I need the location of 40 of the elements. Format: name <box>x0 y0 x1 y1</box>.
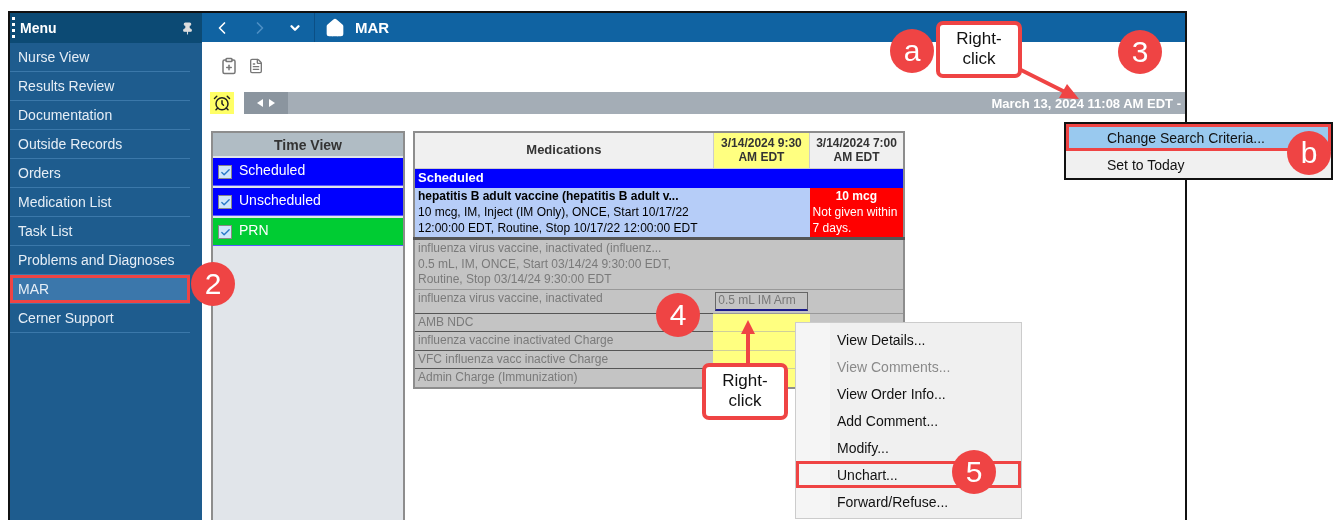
date-arrows-icon[interactable] <box>244 92 288 115</box>
time-view-label: Scheduled <box>239 162 306 178</box>
medication-order: hepatitis B adult vaccine (hepatitis B adult v... 10 mcg, IM, Inject (IM Only), ONCE, Start 10/17/22 12:00:00 EDT, Routine, Stop 10/17/22 12:00:00 EDT <box>414 187 714 239</box>
add-document-icon[interactable] <box>220 57 238 76</box>
menu-item[interactable]: Task List <box>10 217 190 246</box>
page-title: MAR <box>355 19 390 37</box>
time-column-header[interactable]: 3/14/2024 9:30 AM EDT <box>713 132 810 168</box>
menu-item[interactable]: Documentation <box>10 101 190 130</box>
checkbox[interactable] <box>218 225 232 239</box>
menu-option[interactable]: Add Comment... <box>796 407 1021 434</box>
pin-icon[interactable] <box>181 21 194 35</box>
section-header: Scheduled <box>414 168 714 188</box>
menu-option[interactable]: View Order Info... <box>796 380 1021 407</box>
time-view-item[interactable]: Scheduled <box>213 158 403 186</box>
overdue-cell: 10 mcg Not given within 7 days. <box>809 187 904 239</box>
time-view-header: Time View <box>213 133 403 156</box>
alarm-clock-icon[interactable] <box>210 92 234 115</box>
menu-item[interactable]: Medication List <box>10 188 190 217</box>
time-view-label: Unscheduled <box>239 192 321 208</box>
menu-option[interactable]: Set to Today <box>1066 151 1197 178</box>
time-column-header[interactable]: 3/14/2024 7:00 AM EDT <box>809 132 904 168</box>
document-icon[interactable] <box>248 58 264 75</box>
checkbox[interactable] <box>218 165 232 179</box>
menu-option[interactable]: View Details... <box>796 326 1021 353</box>
checkbox[interactable] <box>218 195 232 209</box>
menu-item[interactable]: MAR <box>10 275 190 304</box>
callout-note: Right-click <box>702 363 788 420</box>
arrow <box>740 320 756 364</box>
drag-handle-icon <box>12 17 16 39</box>
menu-title: Menu <box>20 20 58 36</box>
menu-item[interactable]: Nurse View <box>10 43 190 72</box>
home-icon[interactable] <box>325 17 345 38</box>
menu-item[interactable]: Cerner Support <box>10 304 190 333</box>
menu-item[interactable]: Results Review <box>10 72 190 101</box>
menu-item[interactable]: Outside Records <box>10 130 190 159</box>
callout-note: Right-click <box>936 21 1022 78</box>
menu-item[interactable]: Orders <box>10 159 190 188</box>
time-view-label: PRN <box>239 222 269 238</box>
time-view-item[interactable]: Unscheduled <box>213 188 403 216</box>
column-header: Medications <box>414 132 714 168</box>
